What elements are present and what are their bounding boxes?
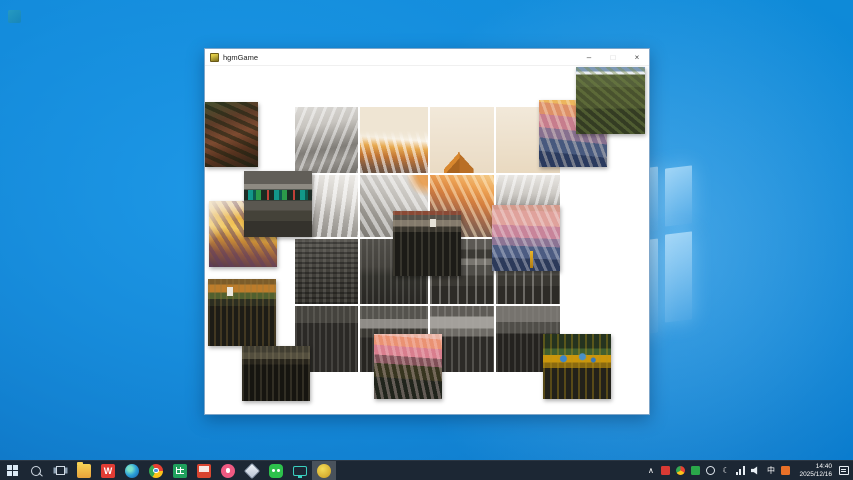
taskbar-wechat-button[interactable] [264,461,288,480]
tray-icons: ∧ ☾ 中 [643,461,793,480]
taskbar-file-explorer-button[interactable] [72,461,96,480]
action-center-button[interactable] [837,461,850,480]
tray-chevron-icon[interactable]: ∧ [643,461,658,480]
taskbar-hgm-game-button[interactable] [312,461,336,480]
clock-date: 2025/12/16 [799,471,832,479]
taskbar-screen-share-button[interactable] [192,461,216,480]
volume-glyph [751,466,761,475]
search-icon [31,466,41,476]
puzzle-piece-sunset-trees[interactable] [374,334,442,399]
cloud-tray-icon[interactable] [703,461,718,480]
window-titlebar[interactable]: hgmGame – □ × [205,49,649,66]
taskbar-music-button[interactable] [216,461,240,480]
network-icon[interactable] [733,461,748,480]
window-title: hgmGame [223,53,577,62]
pinned-apps [72,461,336,480]
taskbar-spreadsheet-button[interactable] [168,461,192,480]
puzzle-piece-dark-trees[interactable] [576,67,645,134]
action-center-icon [839,466,849,475]
hgmgame-window: hgmGame – □ × [204,48,650,415]
puzzle-board [205,49,649,414]
quiet-hours-icon[interactable]: ☾ [718,461,733,480]
edge-icon [125,464,139,478]
screen-share-icon [197,464,211,478]
taskbar-clock[interactable]: 14:40 2025/12/16 [793,463,837,478]
grid-tile-gray-trees[interactable] [295,239,358,304]
puzzle-piece-green-temple[interactable] [244,171,312,237]
app-icon [210,53,219,62]
system-tray: ∧ ☾ 中 14:40 2025/12/16 [643,461,853,480]
desktop-shortcut-icon[interactable] [8,10,21,23]
browser-tray-icon[interactable] [673,461,688,480]
taskbar: ∧ ☾ 中 14:40 2025/12/16 [0,460,853,480]
hgm-game-icon [317,464,331,478]
desktop: hgmGame – □ × ∧ ☾ 中 14:40 2025/12/16 [0,0,853,480]
wps-tray-glyph [661,466,670,475]
grid-tile-color-peaks[interactable] [360,107,428,173]
puzzle-piece-gold-blue-shore[interactable] [543,334,611,399]
remote-monitor-icon [293,466,307,476]
launcher-icon [244,462,260,478]
task-view-button[interactable] [48,461,72,480]
volume-icon[interactable] [748,461,763,480]
wechat-tray-glyph [691,466,700,475]
security-tray-icon[interactable] [778,461,793,480]
taskbar-chrome-button[interactable] [144,461,168,480]
wps-tray-icon[interactable] [658,461,673,480]
wechat-icon [269,464,283,478]
clock-time: 14:40 [816,463,832,471]
wechat-tray-icon[interactable] [688,461,703,480]
music-icon [221,464,235,478]
puzzle-piece-cliff-trees[interactable] [205,102,258,167]
taskbar-launcher-button[interactable] [240,461,264,480]
taskbar-edge-button[interactable] [120,461,144,480]
chrome-icon [149,464,163,478]
cloud-tray-glyph [706,466,715,475]
spreadsheet-icon [173,464,187,478]
grid-tile-gray-rock[interactable] [295,107,358,173]
network-glyph [736,466,746,475]
puzzle-piece-pink-pagoda[interactable] [492,205,560,271]
search-button[interactable] [24,461,48,480]
puzzle-piece-dark-lake[interactable] [242,346,310,401]
security-tray-glyph [781,466,790,475]
close-button[interactable]: × [625,49,649,65]
file-explorer-icon [77,464,91,478]
minimize-button[interactable]: – [577,49,601,65]
maximize-button[interactable]: □ [601,49,625,65]
wps-office-icon [101,464,115,478]
taskbar-remote-monitor-button[interactable] [288,461,312,480]
task-view-icon [56,466,65,475]
puzzle-piece-temple-lake[interactable] [393,211,461,276]
start-button[interactable] [0,461,24,480]
windows-logo-icon [7,465,18,476]
taskbar-wps-office-button[interactable] [96,461,120,480]
puzzle-piece-lake-shore[interactable] [208,279,276,346]
grid-tile-warm-sky-peak[interactable] [430,107,494,173]
ime-indicator-icon[interactable]: 中 [763,461,778,480]
browser-tray-glyph [676,466,685,475]
